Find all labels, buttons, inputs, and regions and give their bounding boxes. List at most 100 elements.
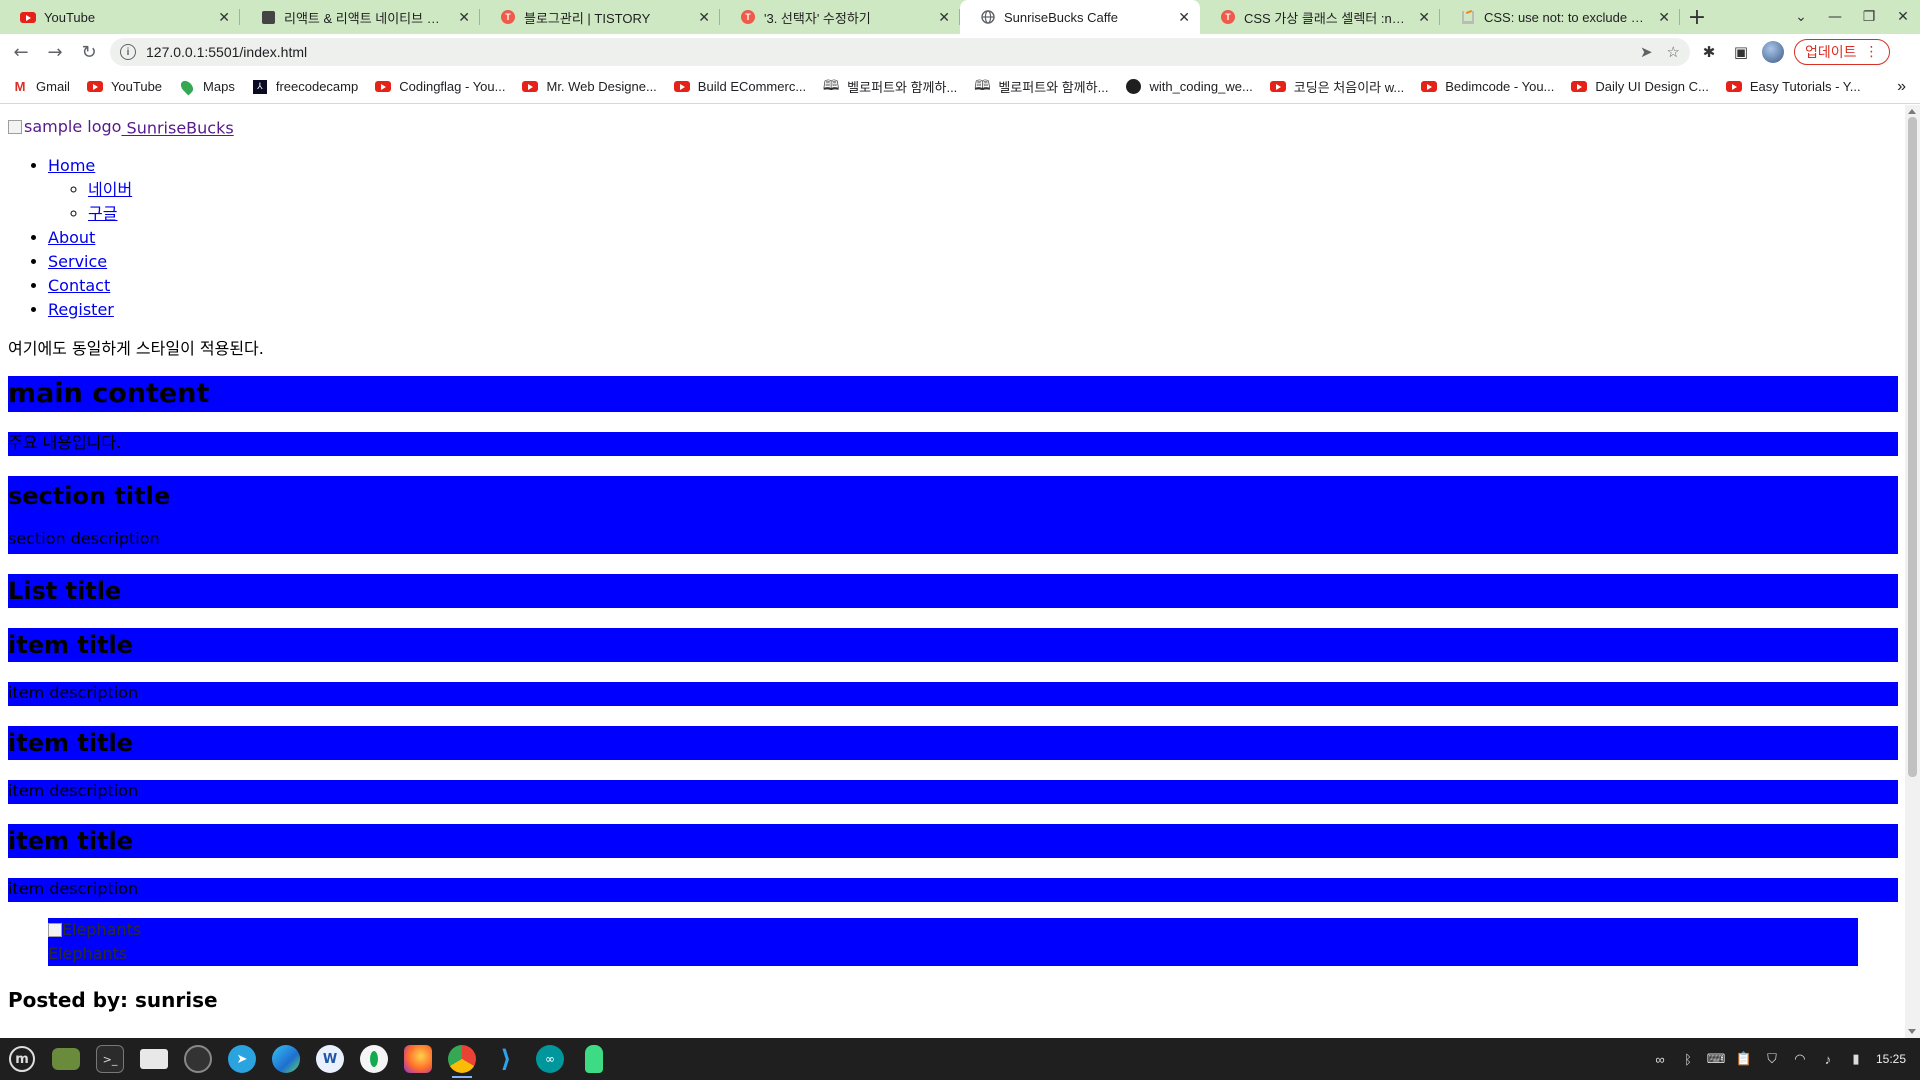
avatar[interactable] bbox=[1762, 41, 1784, 63]
close-icon[interactable]: ✕ bbox=[218, 9, 230, 25]
posted-by: Posted by: sunrise bbox=[8, 987, 218, 1012]
nav-link-about[interactable]: About bbox=[48, 228, 95, 247]
bookmark-build-ecommerce[interactable]: Build ECommerc... bbox=[673, 79, 806, 95]
stackoverflow-icon bbox=[1460, 9, 1476, 25]
nav-link-google[interactable]: 구글 bbox=[88, 204, 117, 223]
tab-sunrisebucks[interactable]: SunriseBucks Caffe ✕ bbox=[960, 0, 1200, 34]
restore-icon[interactable]: ❐ bbox=[1852, 9, 1886, 25]
bookmark-easy-tutorials[interactable]: Easy Tutorials - Y... bbox=[1725, 79, 1861, 95]
firefox-icon bbox=[404, 1045, 432, 1073]
volume-icon[interactable]: ♪ bbox=[1820, 1051, 1836, 1067]
bookmark-mr-web-designer[interactable]: Mr. Web Designe... bbox=[522, 79, 657, 95]
taskbar-writer[interactable]: W bbox=[308, 1038, 352, 1080]
clipboard-icon[interactable]: 📋 bbox=[1736, 1051, 1752, 1067]
clock[interactable]: 15:25 bbox=[1876, 1052, 1906, 1066]
writer-icon: W bbox=[316, 1045, 344, 1073]
page-scrollbar[interactable] bbox=[1905, 105, 1920, 1038]
address-bar[interactable]: i 127.0.0.1:5501/index.html ➤ ☆ bbox=[110, 38, 1690, 66]
close-icon[interactable]: ✕ bbox=[698, 9, 710, 25]
close-icon[interactable]: ✕ bbox=[1178, 9, 1190, 25]
nav-link-service[interactable]: Service bbox=[48, 252, 107, 271]
tab-title: SunriseBucks Caffe bbox=[1004, 9, 1118, 25]
scroll-up-icon[interactable] bbox=[1908, 109, 1916, 114]
tab-react-course[interactable]: 리액트 & 리액트 네이티브 과정 ® ✕ bbox=[240, 0, 480, 34]
nav-link-contact[interactable]: Contact bbox=[48, 276, 110, 295]
shield-icon[interactable]: ⛉ bbox=[1764, 1051, 1780, 1067]
taskbar-arduino[interactable]: ∞ bbox=[528, 1038, 572, 1080]
reload-icon[interactable]: ↻ bbox=[72, 35, 106, 69]
bookmark-github[interactable]: with_coding_we... bbox=[1125, 79, 1253, 95]
minimize-icon[interactable]: — bbox=[1818, 9, 1852, 25]
tistory-icon: T bbox=[500, 9, 516, 25]
battery-icon[interactable]: ▮ bbox=[1848, 1051, 1864, 1067]
bookmark-label: 코딩은 처음이라 w... bbox=[1293, 80, 1405, 95]
taskbar-vscode[interactable]: ⟩ bbox=[484, 1038, 528, 1080]
forward-icon[interactable]: → bbox=[38, 35, 72, 69]
star-icon[interactable]: ☆ bbox=[1667, 43, 1680, 61]
close-window-icon[interactable]: ✕ bbox=[1886, 9, 1920, 25]
close-icon[interactable]: ✕ bbox=[938, 9, 950, 25]
close-icon[interactable]: ✕ bbox=[458, 9, 470, 25]
tab-title: 리액트 & 리액트 네이티브 과정 ® bbox=[284, 10, 448, 26]
tab-tistory-edit[interactable]: T '3. 선택자' 수정하기 ✕ bbox=[720, 0, 960, 34]
extensions-icon[interactable]: ✱ bbox=[1698, 41, 1720, 63]
keyboard-icon[interactable]: ⌨ bbox=[1707, 1051, 1726, 1067]
bookmark-maps[interactable]: Maps bbox=[178, 78, 235, 95]
bookmark-youtube[interactable]: YouTube bbox=[86, 79, 162, 95]
tab-title: YouTube bbox=[44, 9, 96, 25]
bookmark-bedimcode[interactable]: Bedimcode - You... bbox=[1421, 79, 1554, 95]
globe-icon bbox=[980, 9, 996, 25]
nav-link-home[interactable]: Home bbox=[48, 156, 95, 175]
close-icon[interactable]: ✕ bbox=[1658, 9, 1670, 25]
taskbar-firefox[interactable] bbox=[396, 1038, 440, 1080]
bookmark-coding-first[interactable]: 코딩은 처음이라 w... bbox=[1269, 77, 1405, 96]
chevron-right-icon[interactable]: » bbox=[1897, 78, 1906, 96]
taskbar-edge[interactable] bbox=[264, 1038, 308, 1080]
bookmark-daily-ui[interactable]: Daily UI Design C... bbox=[1571, 79, 1709, 95]
logo-link[interactable]: sample logo SunriseBucks bbox=[8, 117, 234, 138]
taskbar-files[interactable] bbox=[44, 1038, 88, 1080]
taskbar-mongodb[interactable] bbox=[352, 1038, 396, 1080]
nav-link-naver[interactable]: 네이버 bbox=[88, 180, 132, 199]
tab-stackoverflow[interactable]: CSS: use not: to exclude not o ✕ bbox=[1440, 0, 1680, 34]
chevron-down-icon[interactable]: ⌄ bbox=[1784, 9, 1818, 25]
logo-alt: sample logo bbox=[24, 117, 122, 136]
bookmark-label: Daily UI Design C... bbox=[1595, 79, 1709, 94]
bluetooth-icon[interactable]: ᛒ bbox=[1680, 1051, 1696, 1067]
wifi-icon[interactable]: ◠ bbox=[1792, 1051, 1808, 1067]
bookmark-label: Maps bbox=[203, 79, 235, 94]
start-menu-button[interactable]: m bbox=[0, 1038, 44, 1080]
nav-link-register[interactable]: Register bbox=[48, 300, 114, 319]
infinity-icon[interactable]: ∞ bbox=[1652, 1051, 1668, 1067]
taskbar-obs[interactable] bbox=[176, 1038, 220, 1080]
list-title: List title bbox=[8, 573, 1898, 608]
tab-tistory-blog[interactable]: T 블로그관리 | TISTORY ✕ bbox=[480, 0, 720, 34]
youtube-icon bbox=[673, 79, 690, 95]
side-panel-icon[interactable]: ▣ bbox=[1730, 41, 1752, 63]
scrollbar-thumb[interactable] bbox=[1908, 117, 1917, 777]
taskbar-file-manager[interactable] bbox=[132, 1038, 176, 1080]
tab-css-nth-child[interactable]: T CSS 가상 클래스 셀렉터 :nth-chil ✕ bbox=[1200, 0, 1440, 34]
taskbar-terminal[interactable]: >_ bbox=[88, 1038, 132, 1080]
update-button[interactable]: 업데이트 ⋮ bbox=[1794, 39, 1890, 65]
info-icon[interactable]: i bbox=[120, 44, 136, 60]
bookmark-freecodecamp[interactable]: ⅄ freecodecamp bbox=[252, 79, 358, 95]
nav-item-service: Service bbox=[48, 250, 1897, 274]
back-icon[interactable]: ← bbox=[4, 35, 38, 69]
bookmark-gmail[interactable]: M Gmail bbox=[12, 79, 70, 95]
close-icon[interactable]: ✕ bbox=[1418, 9, 1430, 25]
page-viewport: sample logo SunriseBucks Home 네이버 구글 Abo… bbox=[0, 105, 1905, 1038]
scroll-down-icon[interactable] bbox=[1908, 1029, 1916, 1034]
main-content: main content 주요 내용입니다. section title sec… bbox=[8, 375, 1898, 902]
tab-youtube[interactable]: YouTube ✕ bbox=[0, 0, 240, 34]
send-icon[interactable]: ➤ bbox=[1640, 43, 1653, 61]
taskbar-android-studio[interactable] bbox=[572, 1038, 616, 1080]
taskbar-telegram[interactable]: ➤ bbox=[220, 1038, 264, 1080]
bookmark-label: 벨로퍼트와 함께하... bbox=[847, 80, 958, 95]
bookmark-velopert-2[interactable]: 🕮 벨로퍼트와 함께하... bbox=[974, 77, 1108, 96]
taskbar-chrome[interactable] bbox=[440, 1038, 484, 1080]
figure: Elephants Elephants bbox=[48, 917, 1858, 966]
bookmark-codingflag[interactable]: Codingflag - You... bbox=[375, 79, 505, 95]
new-tab-button[interactable]: + bbox=[1680, 0, 1714, 34]
bookmark-velopert-1[interactable]: 🕮 벨로퍼트와 함께하... bbox=[823, 77, 957, 96]
